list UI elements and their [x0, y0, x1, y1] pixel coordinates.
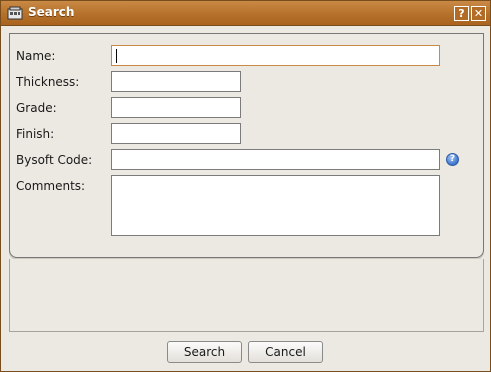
thickness-label: Thickness: — [16, 75, 80, 89]
grade-input[interactable] — [111, 97, 241, 118]
window-icon — [7, 6, 23, 20]
help-button[interactable]: ? — [454, 6, 469, 21]
comments-textarea[interactable] — [111, 175, 440, 236]
search-dialog: Search ? ✕ Name: Thickness: Grade: Finis… — [0, 0, 491, 372]
bysoft-code-label: Bysoft Code: — [16, 153, 93, 167]
grade-label: Grade: — [16, 101, 57, 115]
text-caret — [116, 49, 117, 63]
window-title: Search — [28, 5, 75, 19]
finish-label: Finish: — [16, 127, 55, 141]
lower-panel — [9, 259, 484, 332]
cancel-button[interactable]: Cancel — [248, 341, 323, 363]
name-input[interactable] — [111, 45, 440, 66]
thickness-input[interactable] — [111, 71, 241, 92]
name-label: Name: — [16, 49, 56, 63]
title-bar[interactable]: Search ? ✕ — [1, 1, 490, 26]
bysoft-code-input[interactable] — [111, 149, 440, 170]
finish-input[interactable] — [111, 123, 241, 144]
question-icon[interactable]: ? — [446, 153, 459, 166]
comments-label: Comments: — [16, 179, 86, 193]
close-button[interactable]: ✕ — [471, 6, 486, 21]
search-button[interactable]: Search — [167, 341, 242, 363]
